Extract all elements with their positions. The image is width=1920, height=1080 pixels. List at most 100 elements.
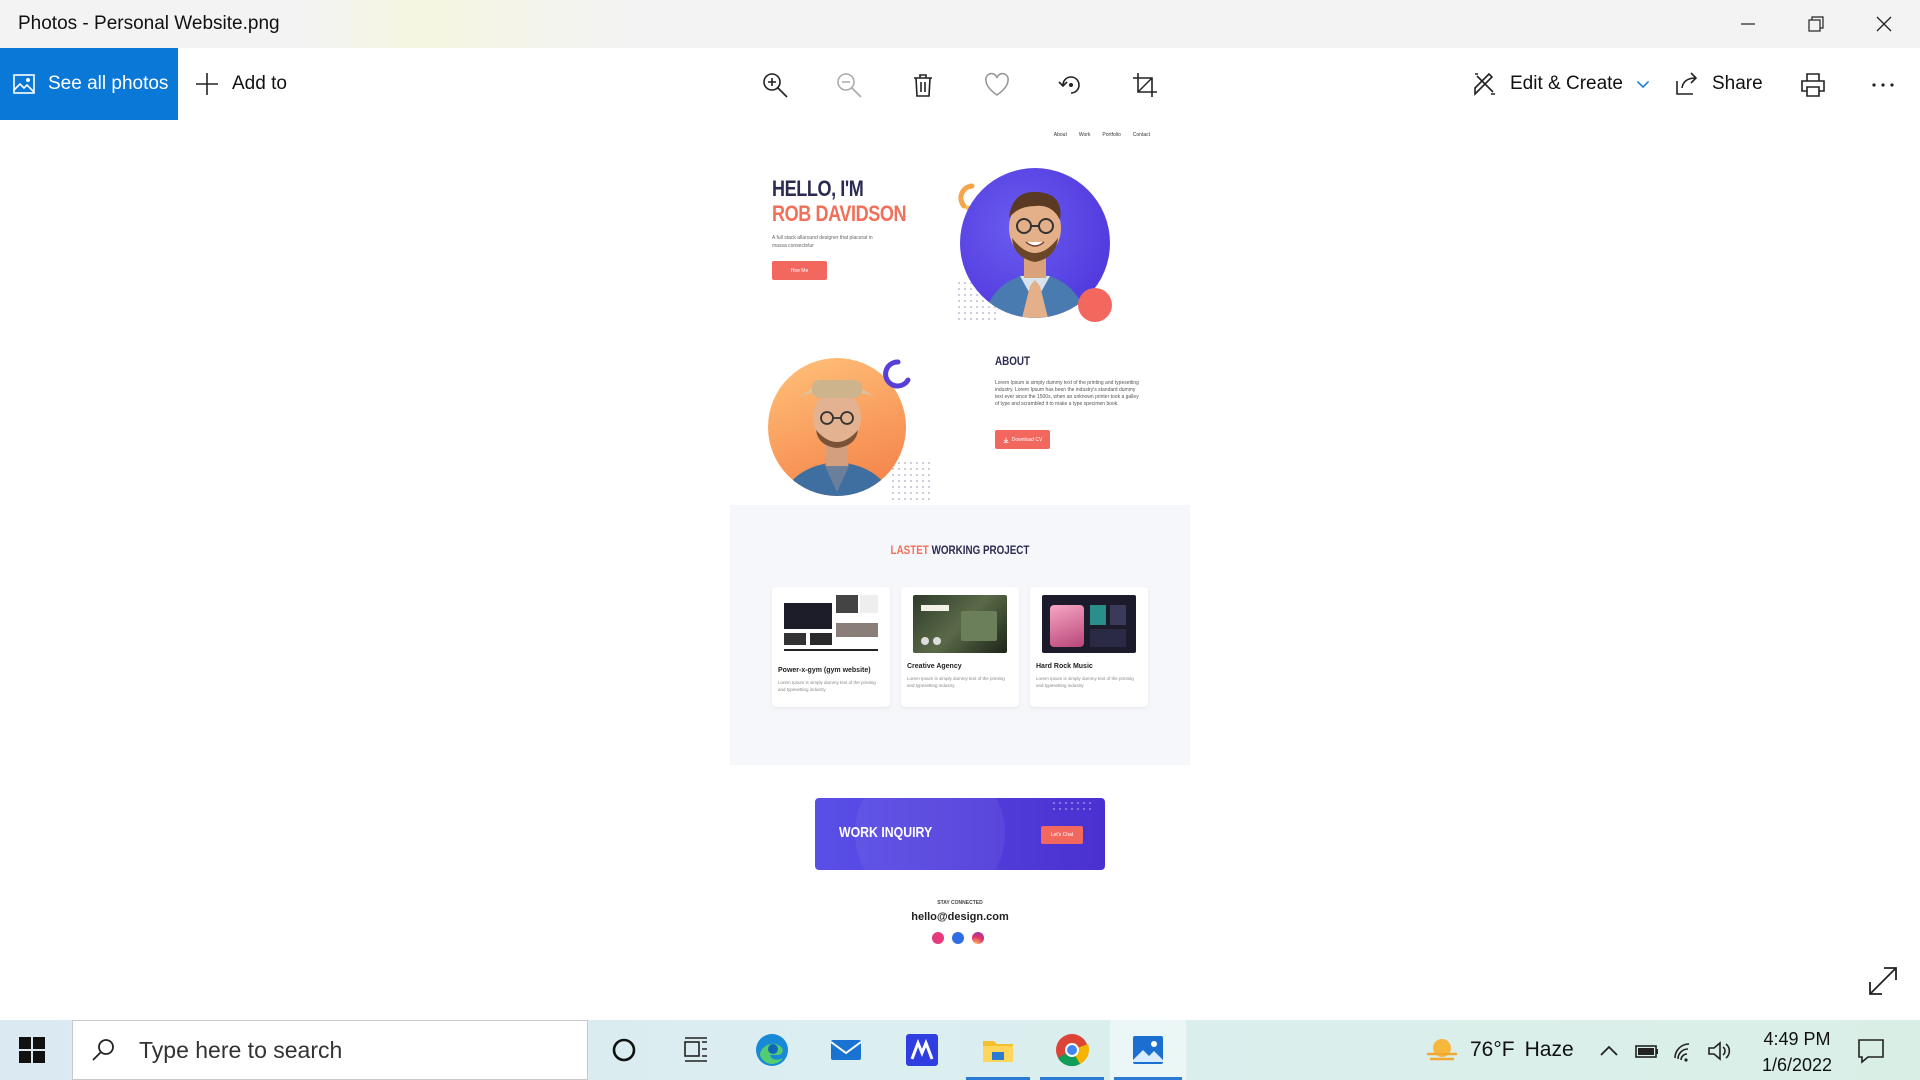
project-thumbnail xyxy=(784,595,878,653)
share-icon xyxy=(1676,72,1698,95)
edit-create-icon xyxy=(1474,72,1495,96)
instagram-icon xyxy=(972,932,984,944)
projects-title-accent: LASTET xyxy=(890,543,929,557)
share-button[interactable]: Share xyxy=(1674,48,1763,120)
rotate-icon xyxy=(1058,76,1080,94)
edit-create-label: Edit & Create xyxy=(1510,73,1623,94)
print-button[interactable] xyxy=(1796,68,1830,102)
hero-line-1: HELLO, I'M xyxy=(772,176,864,201)
nav-link-about: About xyxy=(1053,132,1067,138)
zoom-in-button[interactable] xyxy=(758,68,792,102)
zoom-out-button[interactable] xyxy=(832,68,866,102)
chrome-button[interactable] xyxy=(1036,1020,1108,1080)
task-view-button[interactable] xyxy=(660,1020,732,1080)
stay-connected-label: STAY CONNECTED xyxy=(937,900,983,906)
edge-button[interactable] xyxy=(736,1020,808,1080)
project-thumbnail xyxy=(913,595,1007,653)
project-card: Power-x-gym (gym website) Lorem Ipsum is… xyxy=(772,587,890,707)
print-icon xyxy=(1801,73,1825,97)
zoom-out-icon xyxy=(837,73,862,98)
notification-icon[interactable] xyxy=(1856,1036,1886,1066)
taskbar-clock[interactable]: 4:49 PM 1/6/2022 xyxy=(1742,1026,1852,1078)
clock-time: 4:49 PM xyxy=(1763,1029,1831,1049)
expand-icon[interactable] xyxy=(1866,964,1900,998)
project-description: Lorem Ipsum is simply dummy text of the … xyxy=(1036,676,1134,688)
chevron-down-icon xyxy=(1636,81,1650,89)
battery-icon[interactable] xyxy=(1634,1038,1660,1064)
delete-button[interactable] xyxy=(906,68,940,102)
mail-button[interactable] xyxy=(810,1020,882,1080)
windows-start-icon[interactable] xyxy=(18,1036,46,1064)
project-description: Lorem Ipsum is simply dummy text of the … xyxy=(778,680,876,692)
restore-button[interactable] xyxy=(1782,0,1850,48)
share-label: Share xyxy=(1712,73,1763,94)
rotate-button[interactable] xyxy=(1054,68,1088,102)
project-card: Hard Rock Music Lorem Ipsum is simply du… xyxy=(1030,587,1148,707)
chevron-up-icon[interactable] xyxy=(1596,1038,1622,1064)
nav-link-work: Work xyxy=(1078,132,1091,138)
weather-description: Haze xyxy=(1524,1038,1574,1061)
favorite-icon xyxy=(985,72,1009,96)
social-links xyxy=(932,932,984,944)
download-icon xyxy=(1003,437,1009,443)
nav-link-contact: Contact xyxy=(1132,132,1150,138)
project-name: Hard Rock Music xyxy=(1036,663,1093,670)
close-button[interactable] xyxy=(1850,0,1918,48)
project-name: Power-x-gym (gym website) xyxy=(778,667,871,674)
cortana-button[interactable] xyxy=(588,1020,660,1080)
title-bar: Photos - Personal Website.png xyxy=(0,0,1920,48)
window-title: Photos - Personal Website.png xyxy=(18,13,280,34)
crop-icon xyxy=(1133,73,1157,97)
crop-button[interactable] xyxy=(1128,68,1162,102)
see-all-photos-button[interactable]: See all photos xyxy=(0,48,178,120)
file-explorer-icon xyxy=(983,1041,1013,1062)
add-to-label: Add to xyxy=(232,73,287,94)
contact-email: hello@design.com xyxy=(911,911,1009,923)
wifi-icon[interactable] xyxy=(1672,1038,1698,1064)
delete-icon xyxy=(914,74,932,97)
app-button[interactable] xyxy=(886,1020,958,1080)
weather-temperature: 76°F xyxy=(1470,1038,1515,1061)
taskbar-search[interactable]: Type here to search xyxy=(72,1020,588,1080)
restore-icon xyxy=(1808,16,1824,32)
hero-title: HELLO, I'M ROB DAVIDSON xyxy=(772,176,906,226)
minimize-icon xyxy=(1741,23,1755,25)
cortana-icon xyxy=(612,1038,636,1062)
photos-button[interactable] xyxy=(1110,1020,1186,1080)
clock-date: 1/6/2022 xyxy=(1761,1055,1833,1075)
file-explorer-button[interactable] xyxy=(962,1020,1034,1080)
mail-icon xyxy=(830,1040,862,1060)
site-nav: About Work Portfolio Contact xyxy=(1054,132,1150,138)
plus-icon xyxy=(196,73,218,95)
close-icon xyxy=(1876,16,1892,32)
chrome-icon xyxy=(1056,1034,1090,1067)
search-icon xyxy=(92,1039,114,1061)
photo-gallery-icon xyxy=(13,74,35,94)
projects-title-rest: WORKING PROJECT xyxy=(931,543,1030,557)
favorite-button[interactable] xyxy=(980,68,1014,102)
about-text: Lorem Ipsum is simply dummy text of the … xyxy=(995,380,1139,407)
photos-icon xyxy=(1133,1036,1163,1064)
download-cv-label: Download CV xyxy=(1011,436,1043,443)
taskbar: Type here to search 76°F Haze 4:49 PM 1/… xyxy=(0,1020,1920,1080)
add-to-button[interactable]: Add to xyxy=(194,48,287,120)
more-button[interactable] xyxy=(1866,68,1900,102)
weather-widget[interactable]: 76°F Haze xyxy=(1424,1020,1574,1080)
edit-create-button[interactable]: Edit & Create xyxy=(1472,48,1651,120)
download-cv-button: Download CV xyxy=(995,430,1050,449)
projects-title: LASTET WORKING PROJECT xyxy=(771,543,1148,557)
minimize-button[interactable] xyxy=(1714,0,1782,48)
project-thumbnail xyxy=(1042,595,1136,653)
task-view-icon xyxy=(684,1037,707,1062)
work-inquiry-banner: WORK INQUIRY Let's Chat xyxy=(815,798,1105,870)
hire-me-button: Hire Me xyxy=(772,261,827,280)
volume-icon[interactable] xyxy=(1706,1038,1732,1064)
edge-icon xyxy=(756,1034,788,1066)
weather-haze-icon xyxy=(1426,1039,1458,1061)
behance-icon xyxy=(952,932,964,944)
more-icon xyxy=(1872,83,1894,87)
project-name: Creative Agency xyxy=(907,663,962,670)
hero-line-2: ROB DAVIDSON xyxy=(772,201,907,226)
coral-circle-decoration xyxy=(1078,288,1112,322)
search-placeholder: Type here to search xyxy=(139,1036,343,1063)
